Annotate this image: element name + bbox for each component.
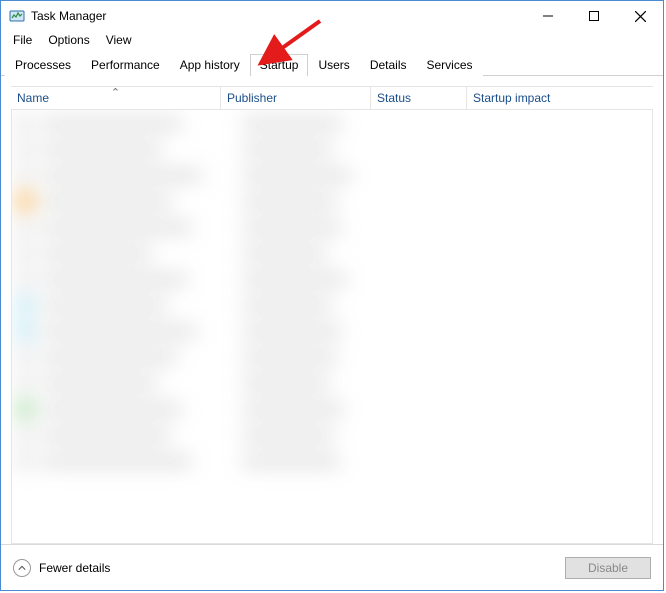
tab-details[interactable]: Details <box>360 54 417 76</box>
column-header-name[interactable]: Name ⌃ <box>11 87 221 109</box>
menu-file[interactable]: File <box>5 31 40 49</box>
tab-services[interactable]: Services <box>417 54 483 76</box>
fewer-details-label: Fewer details <box>39 561 110 575</box>
task-manager-window: Task Manager File Options View Processes… <box>0 0 664 591</box>
column-label: Publisher <box>227 91 277 105</box>
titlebar: Task Manager <box>1 1 663 31</box>
minimize-button[interactable] <box>525 1 571 31</box>
content-area: Name ⌃ Publisher Status Startup impact <box>1 76 663 544</box>
disable-label: Disable <box>588 561 628 575</box>
maximize-button[interactable] <box>571 1 617 31</box>
tab-app-history[interactable]: App history <box>170 54 250 76</box>
column-header-status[interactable]: Status <box>371 87 467 109</box>
blurred-rows <box>12 110 652 543</box>
menu-view[interactable]: View <box>98 31 140 49</box>
fewer-details-toggle[interactable]: Fewer details <box>13 559 110 577</box>
tabstrip: Processes Performance App history Startu… <box>1 51 663 76</box>
menu-options[interactable]: Options <box>40 31 97 49</box>
column-headers: Name ⌃ Publisher Status Startup impact <box>11 86 653 110</box>
column-label: Startup impact <box>473 91 550 105</box>
disable-button[interactable]: Disable <box>565 557 651 579</box>
task-manager-icon <box>9 8 25 24</box>
chevron-up-icon <box>13 559 31 577</box>
tab-performance[interactable]: Performance <box>81 54 170 76</box>
column-header-publisher[interactable]: Publisher <box>221 87 371 109</box>
footer: Fewer details Disable <box>1 544 663 590</box>
window-title: Task Manager <box>31 9 106 23</box>
column-label: Status <box>377 91 411 105</box>
column-header-impact[interactable]: Startup impact <box>467 87 653 109</box>
close-button[interactable] <box>617 1 663 31</box>
menubar: File Options View <box>1 31 663 51</box>
sort-ascending-icon: ⌃ <box>111 86 120 99</box>
startup-list[interactable] <box>11 110 653 544</box>
tab-users[interactable]: Users <box>308 54 359 76</box>
column-label: Name <box>17 91 49 105</box>
window-controls <box>525 1 663 31</box>
tab-startup[interactable]: Startup <box>250 54 309 76</box>
tab-processes[interactable]: Processes <box>5 54 81 76</box>
